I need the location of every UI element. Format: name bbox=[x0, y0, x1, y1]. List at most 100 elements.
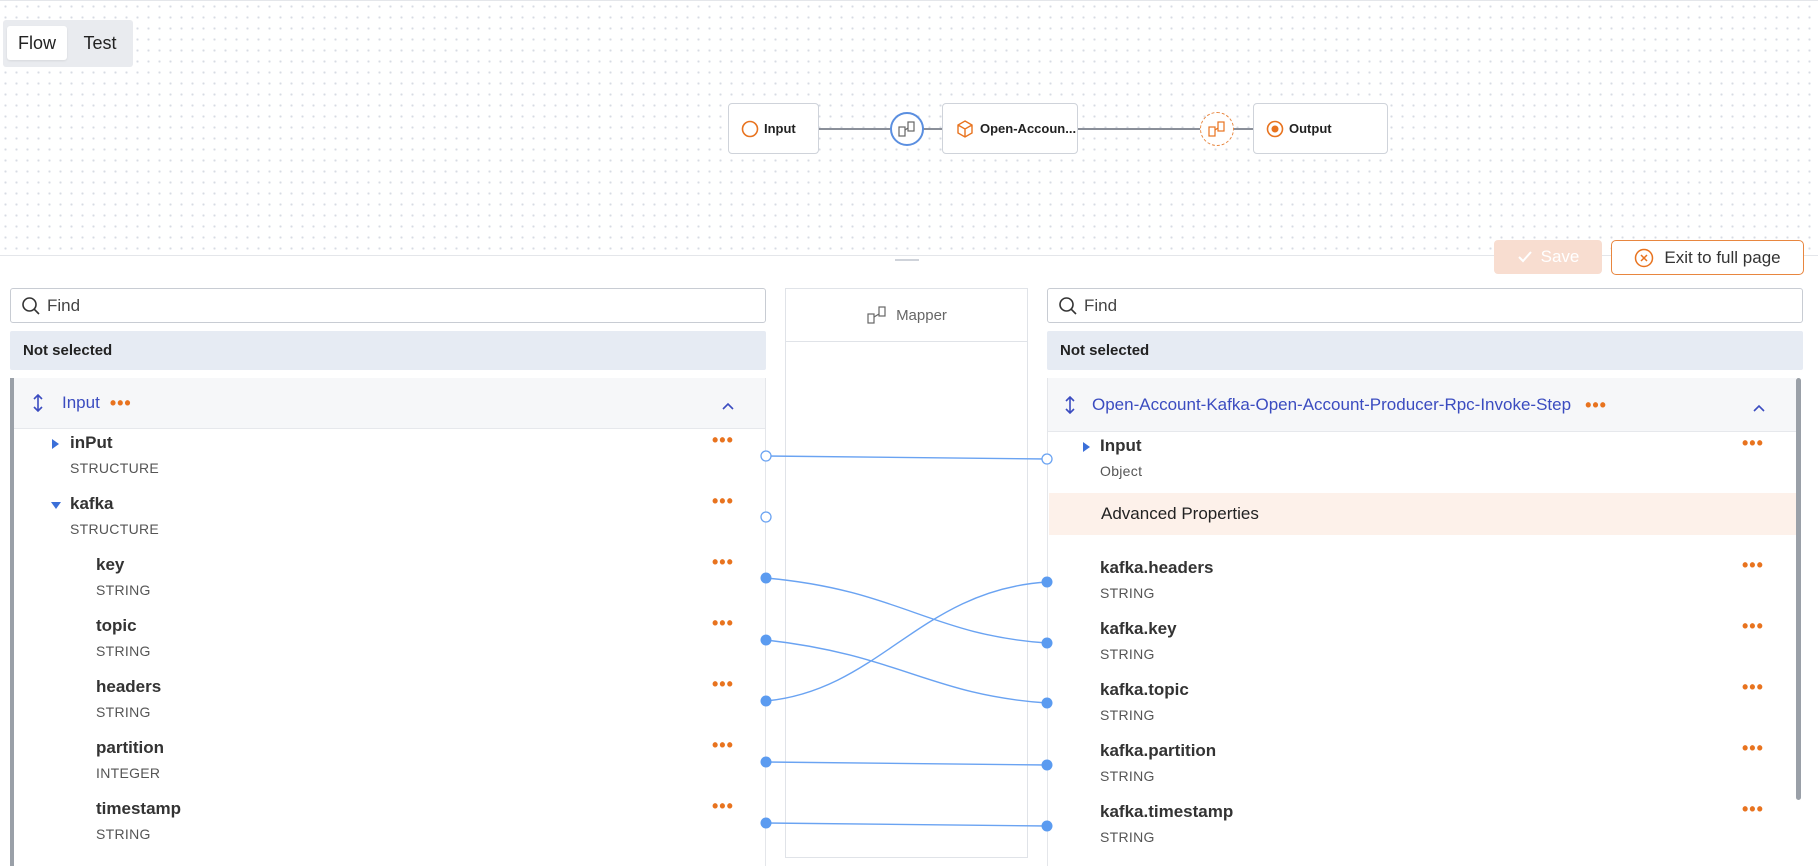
tree-row[interactable]: kafka STRUCTURE ••• bbox=[14, 492, 754, 548]
flow-node-label: Open-Accoun... bbox=[980, 121, 1077, 136]
field-name: partition bbox=[96, 738, 164, 757]
field-name: timestamp bbox=[96, 799, 182, 818]
more-options-icon[interactable]: ••• bbox=[110, 394, 132, 412]
flow-node-input[interactable]: Input bbox=[728, 103, 819, 154]
view-tabs: Flow Test bbox=[3, 20, 133, 67]
field-type: STRING bbox=[96, 643, 151, 659]
tree-row[interactable]: kafka.timestamp STRING ••• bbox=[1048, 800, 1788, 856]
more-options-icon[interactable]: ••• bbox=[712, 797, 734, 815]
field-type: STRING bbox=[1100, 585, 1155, 601]
tree-row[interactable]: kafka.partition STRING ••• bbox=[1048, 739, 1788, 795]
more-options-icon[interactable]: ••• bbox=[1742, 800, 1764, 818]
field-name: topic bbox=[96, 616, 137, 635]
cube-icon bbox=[955, 119, 975, 139]
more-options-icon[interactable]: ••• bbox=[1742, 556, 1764, 574]
mapper-label: Mapper bbox=[896, 306, 947, 324]
tree-row[interactable]: kafka.key STRING ••• bbox=[1048, 617, 1788, 673]
target-tree-title: Open-Account-Kafka-Open-Account-Producer… bbox=[1092, 394, 1572, 414]
collapse-arrow-icon[interactable] bbox=[51, 502, 61, 509]
tab-flow[interactable]: Flow bbox=[7, 26, 67, 60]
field-type: STRING bbox=[96, 704, 151, 720]
field-type: STRING bbox=[1100, 768, 1155, 784]
advanced-properties-section[interactable]: Advanced Properties bbox=[1049, 493, 1796, 535]
mapper-icon bbox=[867, 306, 886, 324]
field-type: STRUCTURE bbox=[70, 521, 160, 537]
save-label: Save bbox=[1540, 247, 1580, 266]
expand-collapse-icon[interactable] bbox=[1064, 395, 1080, 414]
flow-edge bbox=[923, 128, 943, 130]
field-type: STRING bbox=[1100, 646, 1155, 662]
flow-node-label: Input bbox=[764, 121, 796, 136]
more-options-icon[interactable]: ••• bbox=[712, 614, 734, 632]
more-options-icon[interactable]: ••• bbox=[1742, 617, 1764, 635]
right-search-input[interactable]: Find bbox=[1047, 288, 1803, 323]
field-name: kafka.timestamp bbox=[1100, 802, 1234, 821]
more-options-icon[interactable]: ••• bbox=[712, 675, 734, 693]
tab-test[interactable]: Test bbox=[71, 26, 129, 60]
target-icon bbox=[1266, 120, 1284, 138]
source-tree-header[interactable]: Input ••• bbox=[14, 378, 765, 429]
target-scrollbar[interactable] bbox=[1796, 378, 1801, 800]
left-search-input[interactable]: Find bbox=[10, 288, 766, 323]
tree-row[interactable]: timestamp STRING ••• bbox=[14, 797, 754, 853]
field-name: headers bbox=[96, 677, 162, 696]
expand-collapse-icon[interactable] bbox=[32, 394, 48, 412]
field-name: kafka.topic bbox=[1100, 680, 1189, 699]
tree-row[interactable]: Input Object ••• bbox=[1048, 434, 1788, 490]
target-tree-header[interactable]: Open-Account-Kafka-Open-Account-Producer… bbox=[1048, 378, 1796, 432]
chevron-up-icon[interactable] bbox=[721, 396, 735, 416]
tree-row[interactable]: inPut STRUCTURE ••• bbox=[14, 431, 754, 487]
flow-edge bbox=[1077, 128, 1204, 130]
tree-row[interactable]: kafka.headers STRING ••• bbox=[1048, 556, 1788, 612]
resize-handle[interactable] bbox=[895, 259, 919, 261]
more-options-icon[interactable]: ••• bbox=[1742, 678, 1764, 696]
mapper-node-icon[interactable] bbox=[1200, 112, 1234, 146]
expand-arrow-icon[interactable] bbox=[1083, 442, 1090, 452]
field-name: kafka.partition bbox=[1100, 741, 1217, 760]
field-type: STRING bbox=[96, 582, 151, 598]
right-selection-bar: Not selected bbox=[1047, 331, 1803, 370]
search-placeholder: Find bbox=[1084, 295, 1118, 315]
expand-arrow-icon[interactable] bbox=[52, 439, 59, 449]
flow-node-output[interactable]: Output bbox=[1253, 103, 1388, 154]
flow-edge bbox=[818, 128, 890, 130]
flow-node-label: Output bbox=[1289, 121, 1332, 136]
exit-label: Exit to full page bbox=[1664, 247, 1781, 267]
more-options-icon[interactable]: ••• bbox=[712, 492, 734, 510]
field-name: kafka.headers bbox=[1100, 558, 1214, 577]
field-name: kafka bbox=[70, 494, 114, 513]
flow-edge bbox=[1234, 128, 1254, 130]
tree-row[interactable]: topic STRING ••• bbox=[14, 614, 754, 670]
field-type: STRUCTURE bbox=[70, 460, 160, 476]
save-button[interactable]: Save bbox=[1494, 240, 1602, 274]
tree-row[interactable]: partition INTEGER ••• bbox=[14, 736, 754, 792]
field-type: INTEGER bbox=[96, 765, 161, 781]
exit-full-page-button[interactable]: Exit to full page bbox=[1611, 240, 1804, 275]
search-icon bbox=[1059, 296, 1077, 315]
more-options-icon[interactable]: ••• bbox=[712, 431, 734, 449]
tree-row[interactable]: key STRING ••• bbox=[14, 553, 754, 609]
tree-row[interactable]: kafka.topic STRING ••• bbox=[1048, 678, 1788, 734]
source-tree-panel: Input ••• inPut STRUCTURE ••• kafka STRU… bbox=[10, 378, 766, 866]
field-type: Object bbox=[1100, 463, 1143, 479]
chevron-up-icon[interactable] bbox=[1752, 398, 1766, 418]
close-circle-icon bbox=[1635, 248, 1654, 267]
source-tree-title: Input bbox=[62, 393, 100, 412]
target-tree-panel: Open-Account-Kafka-Open-Account-Producer… bbox=[1047, 378, 1801, 866]
check-icon bbox=[1517, 251, 1532, 263]
field-name: Input bbox=[1100, 436, 1142, 455]
more-options-icon[interactable]: ••• bbox=[1742, 434, 1764, 452]
tree-row[interactable]: headers STRING ••• bbox=[14, 675, 754, 731]
mapper-node-icon[interactable] bbox=[890, 112, 924, 146]
circle-icon bbox=[741, 120, 759, 138]
field-name: kafka.key bbox=[1100, 619, 1177, 638]
field-type: STRING bbox=[96, 826, 151, 842]
flow-node-step[interactable]: Open-Accoun... bbox=[942, 103, 1078, 154]
more-options-icon[interactable]: ••• bbox=[712, 553, 734, 571]
more-options-icon[interactable]: ••• bbox=[712, 736, 734, 754]
more-options-icon[interactable]: ••• bbox=[1585, 396, 1607, 414]
field-type: STRING bbox=[1100, 707, 1155, 723]
left-selection-bar: Not selected bbox=[10, 331, 766, 370]
search-placeholder: Find bbox=[47, 295, 81, 315]
more-options-icon[interactable]: ••• bbox=[1742, 739, 1764, 757]
